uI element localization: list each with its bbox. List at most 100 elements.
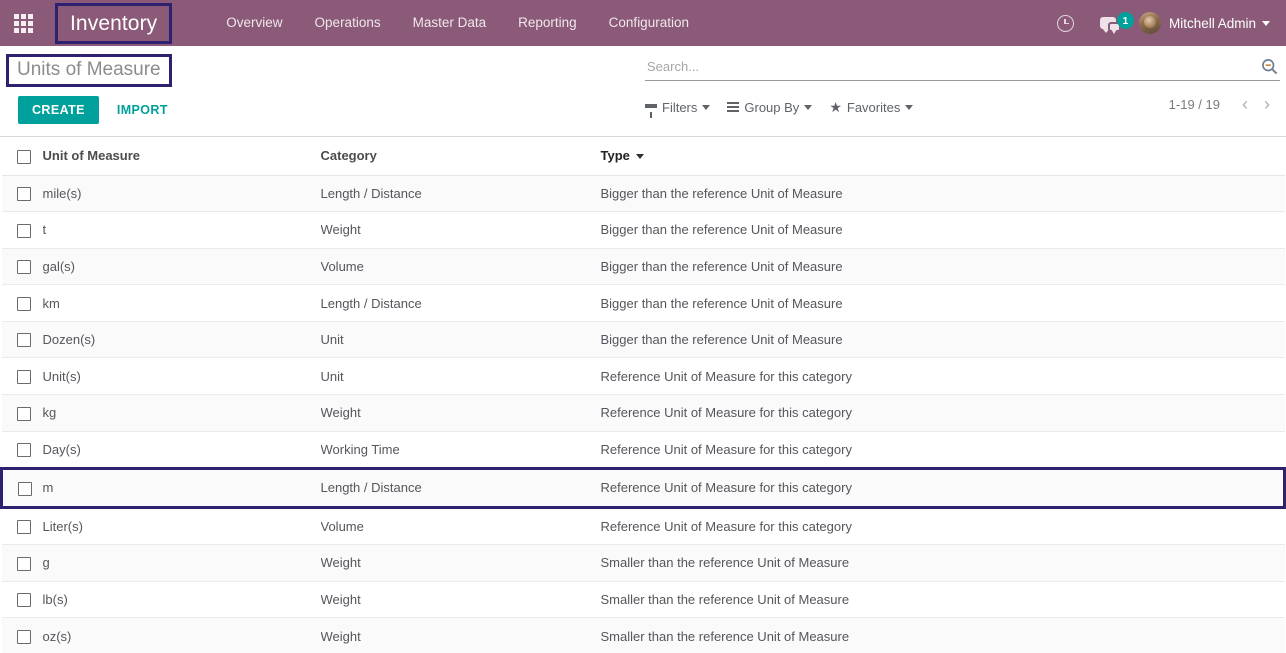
row-checkbox[interactable]: [16, 593, 31, 608]
cell-unit-of-measure: Day(s): [42, 431, 321, 470]
row-select-cell: [1, 211, 43, 249]
cell-category: Length / Distance: [320, 284, 601, 322]
user-name-label: Mitchell Admin: [1168, 15, 1256, 31]
cell-unit-of-measure: gal(s): [42, 248, 321, 286]
favorites-dropdown[interactable]: ★ Favorites: [829, 99, 914, 115]
column-header-category[interactable]: Category: [320, 137, 601, 176]
cell-category: Volume: [320, 248, 601, 286]
cell-type: Smaller than the reference Unit of Measu…: [600, 617, 1285, 653]
magnifier-icon[interactable]: [1255, 58, 1280, 75]
row-select-cell: [1, 394, 43, 432]
table-row[interactable]: t Weight Bigger than the reference Unit of…: [1, 211, 1285, 249]
menu-item-master-data[interactable]: Master Data: [397, 0, 503, 46]
top-navbar: Inventory Overview Operations Master Dat…: [0, 0, 1286, 46]
activities-button[interactable]: [1044, 0, 1087, 46]
table-row[interactable]: km Length / Distance Bigger than the refer…: [1, 284, 1285, 322]
filters-label: Filters: [662, 99, 698, 115]
favorites-label: Favorites: [846, 99, 901, 115]
cell-category: Weight: [320, 394, 601, 432]
list-view: Unit of Measure Category Type mile(s) Len…: [0, 137, 1286, 653]
table-row[interactable]: g Weight Smaller than the reference Unit o…: [1, 544, 1285, 582]
cell-type: Bigger than the reference Unit of Measur…: [600, 284, 1285, 322]
clock-icon: [1056, 14, 1074, 32]
row-checkbox[interactable]: [16, 520, 31, 535]
search-bar[interactable]: [645, 56, 1280, 81]
cell-category: Weight: [320, 617, 601, 653]
cell-category: Length / Distance: [320, 467, 601, 509]
row-select-cell: [1, 431, 43, 470]
user-menu[interactable]: Mitchell Admin: [1129, 0, 1274, 46]
table-row[interactable]: mile(s) Length / Distance Bigger than the …: [1, 175, 1285, 213]
chevron-down-icon: [702, 104, 711, 110]
units-of-measure-table: Unit of Measure Category Type mile(s) Len…: [0, 137, 1286, 653]
row-select-cell: [1, 581, 43, 619]
cell-unit-of-measure: mile(s): [42, 175, 321, 213]
pager-range: 1-19 / 19: [1168, 96, 1220, 112]
control-panel-left: Units of Measure CREATE IMPORT: [0, 46, 172, 124]
pager-previous-button[interactable]: ‹: [1234, 95, 1256, 113]
row-select-cell: [0, 467, 43, 509]
row-checkbox[interactable]: [16, 223, 31, 238]
column-header-type[interactable]: Type: [600, 137, 1285, 176]
row-checkbox[interactable]: [16, 187, 31, 202]
cell-unit-of-measure: m: [42, 467, 321, 509]
navbar-right-actions: 1 Mitchell Admin: [1044, 0, 1286, 46]
row-checkbox[interactable]: [16, 260, 31, 275]
column-header-unit-of-measure[interactable]: Unit of Measure: [42, 137, 321, 176]
cell-type: Reference Unit of Measure for this categ…: [600, 431, 1285, 470]
chevron-down-icon: [905, 104, 914, 110]
table-row[interactable]: Dozen(s) Unit Bigger than the reference Un…: [1, 321, 1285, 359]
apps-grid-icon: [13, 13, 33, 33]
cell-category: Weight: [320, 211, 601, 249]
menu-item-reporting[interactable]: Reporting: [502, 0, 593, 46]
cell-type: Reference Unit of Measure for this categ…: [600, 357, 1285, 395]
table-row[interactable]: Day(s) Working Time Reference Unit of Meas…: [1, 431, 1285, 470]
search-input[interactable]: [645, 58, 1255, 74]
row-select-cell: [1, 248, 43, 286]
select-all-checkbox[interactable]: [16, 149, 31, 164]
select-all-header: [1, 137, 43, 176]
table-row[interactable]: kg Weight Reference Unit of Measure for th…: [1, 394, 1285, 432]
cell-unit-of-measure: lb(s): [42, 581, 321, 619]
table-row[interactable]: Liter(s) Volume Reference Unit of Measure …: [1, 507, 1285, 546]
row-checkbox[interactable]: [16, 406, 31, 421]
app-brand-inventory[interactable]: Inventory: [55, 2, 173, 44]
menu-item-configuration[interactable]: Configuration: [593, 0, 705, 46]
cell-category: Volume: [320, 507, 601, 546]
control-panel-buttons: CREATE IMPORT: [18, 96, 172, 124]
avatar: [1138, 12, 1161, 34]
group-by-dropdown[interactable]: Group By: [727, 99, 813, 115]
row-checkbox[interactable]: [16, 629, 31, 644]
apps-menu-toggle[interactable]: [0, 0, 46, 46]
filters-dropdown[interactable]: Filters: [645, 99, 711, 118]
table-row[interactable]: Unit(s) Unit Reference Unit of Measure for…: [1, 357, 1285, 395]
row-checkbox[interactable]: [16, 556, 31, 571]
row-select-cell: [1, 357, 43, 395]
pager-next-button[interactable]: ›: [1256, 95, 1278, 113]
row-checkbox[interactable]: [16, 443, 31, 458]
row-checkbox[interactable]: [18, 481, 32, 496]
row-checkbox[interactable]: [16, 296, 31, 311]
page-title: Units of Measure: [17, 59, 161, 80]
lines-icon: [727, 102, 740, 112]
menu-item-overview[interactable]: Overview: [210, 0, 298, 46]
menu-item-operations[interactable]: Operations: [299, 0, 397, 46]
import-button[interactable]: IMPORT: [115, 97, 170, 123]
cell-type: Reference Unit of Measure for this categ…: [600, 394, 1285, 432]
cell-category: Weight: [320, 544, 601, 582]
row-checkbox[interactable]: [16, 369, 31, 384]
group-by-label: Group By: [744, 99, 800, 115]
pager: 1-19 / 19 ‹ ›: [1169, 95, 1278, 113]
funnel-icon: [645, 103, 657, 118]
filters-row: Filters Group By ★ Favorites 1-19 / 19 ‹…: [645, 95, 1286, 119]
messages-button[interactable]: 1: [1087, 0, 1134, 46]
table-row[interactable]: m Length / Distance Reference Unit of Meas…: [0, 467, 1286, 509]
row-checkbox[interactable]: [16, 333, 31, 348]
table-row[interactable]: oz(s) Weight Smaller than the reference Un…: [1, 617, 1285, 653]
table-row[interactable]: lb(s) Weight Smaller than the reference Un…: [1, 581, 1285, 619]
cell-unit-of-measure: t: [42, 211, 321, 249]
cell-type: Bigger than the reference Unit of Measur…: [600, 175, 1285, 213]
page-title-box: Units of Measure: [6, 54, 172, 87]
table-row[interactable]: gal(s) Volume Bigger than the reference Un…: [1, 248, 1285, 286]
create-button[interactable]: CREATE: [18, 96, 99, 124]
